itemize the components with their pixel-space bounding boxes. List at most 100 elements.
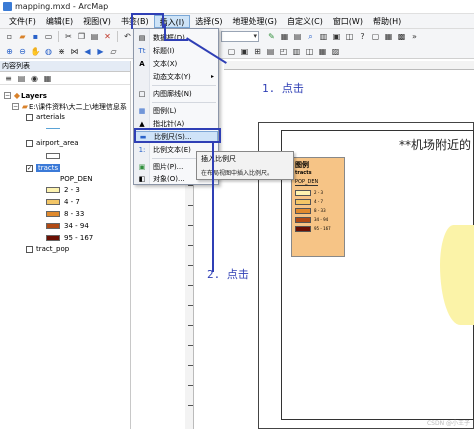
class-label: 34 - 94 [64,222,89,230]
print-preview-icon[interactable]: ▨ [330,46,341,57]
menu-edit[interactable]: 编辑(E) [41,15,78,28]
toc-layer-tractpop[interactable]: tract_pop [26,245,69,253]
cut-icon[interactable]: ✂ [63,31,74,42]
guides-icon[interactable]: ▦ [317,46,328,57]
watermark: CSDN @小王子 [426,420,470,427]
toc-folder-row[interactable]: − ▰ E:\课件资料\大二上\地理信息系 [12,101,127,112]
search-icon[interactable]: ⌕ [305,31,316,42]
zoom-in-icon[interactable]: ⊕ [4,46,15,57]
layer-visibility-checkbox[interactable] [26,245,33,253]
undo-icon[interactable]: ↶ [122,31,133,42]
menu-item-data-frame[interactable]: ▤ 数据框(D) [134,32,218,43]
layer-visibility-checkbox[interactable] [26,139,33,147]
toc-class-row[interactable]: 4 - 7 [46,198,80,206]
window-title: mapping.mxd - ArcMap [15,2,109,11]
menu-item-neatline[interactable]: □ 内图廓线(N) [134,88,218,99]
class-swatch[interactable] [46,187,60,193]
menu-item-dynamic-text[interactable]: 动态文本(Y) ▸ [134,71,218,82]
list-by-source-icon[interactable]: ▤ [16,73,27,84]
scale-bar-highlight-box [134,128,221,143]
layout-zoom-icon[interactable]: ⊞ [252,46,263,57]
toc-root[interactable]: − ◆ Layers [4,90,47,101]
zoom-whole-page-icon[interactable]: ▢ [226,46,237,57]
menu-item-text[interactable]: A 文本(X) [134,58,218,69]
collapse-icon[interactable]: − [4,92,11,99]
open-icon[interactable]: ▰ [17,31,28,42]
menu-file[interactable]: 文件(F) [4,15,41,28]
forward-icon[interactable]: ▶ [95,46,106,57]
legend-swatch [295,216,311,223]
collapse-icon[interactable]: − [12,103,19,110]
list-by-selection-icon[interactable]: ▦ [42,73,53,84]
grid-icon[interactable]: ▦ [383,31,394,42]
line-symbol-swatch[interactable] [46,128,60,129]
menu-customize[interactable]: 自定义(C) [282,15,328,28]
menu-item-legend[interactable]: ▦ 图例(L) [134,105,218,116]
field-label: POP_DEN [60,175,93,183]
python-icon[interactable]: ▣ [331,31,342,42]
pan-icon[interactable]: ✋ [30,46,41,57]
model-builder-icon[interactable]: ◫ [344,31,355,42]
table-icon[interactable]: ▦ [279,31,290,42]
toc-layer-airport[interactable]: airport_area [26,139,79,147]
help-icon[interactable]: ? [357,31,368,42]
layer-visibility-checkbox[interactable] [26,113,33,121]
full-extent-icon[interactable]: ◍ [43,46,54,57]
object-icon: ◧ [138,174,146,183]
class-swatch[interactable] [46,235,60,241]
overflow-icon[interactable]: » [409,31,420,42]
print-icon[interactable]: ▭ [43,31,54,42]
zoom-100-icon[interactable]: ▣ [239,46,250,57]
menu-windows[interactable]: 窗口(W) [328,15,368,28]
map-scale-combo[interactable]: ▾ [221,31,259,42]
fixed-zoom-out-icon[interactable]: ⋈ [69,46,80,57]
toc-layer-arterials[interactable]: arterials [26,113,65,121]
editor-icon[interactable]: ✎ [266,31,277,42]
menu-selection[interactable]: 选择(S) [190,15,227,28]
fixed-zoom-in-icon[interactable]: ⋇ [56,46,67,57]
legend-label: 4 - 7 [314,199,324,204]
toc-field-name: POP_DEN [60,175,93,183]
list-by-visibility-icon[interactable]: ◉ [29,73,40,84]
layout-icon[interactable]: ▩ [396,31,407,42]
toc-class-row[interactable]: 8 - 33 [46,210,84,218]
legend-icon: ▦ [138,106,146,115]
menu-view[interactable]: 视图(V) [78,15,116,28]
page-icon[interactable]: ▤ [265,46,276,57]
back-icon[interactable]: ◀ [82,46,93,57]
class-swatch[interactable] [46,223,60,229]
delete-icon[interactable]: ✕ [102,31,113,42]
paste-icon[interactable]: ▤ [89,31,100,42]
zoom-out-icon[interactable]: ⊖ [17,46,28,57]
layout-legend[interactable]: 图例 tracts POP_DEN 2 - 3 4 - 7 8 - 33 34 … [291,157,345,257]
menu-geoprocessing[interactable]: 地理处理(G) [228,15,282,28]
menu-separator [152,85,216,86]
focus-icon[interactable]: ◰ [278,46,289,57]
draft-mode-icon[interactable]: ◫ [304,46,315,57]
ruler-tick [188,245,193,246]
toc-class-row[interactable]: 95 - 167 [46,234,93,242]
layer-visibility-checkbox[interactable]: ✓ [26,164,33,172]
new-document-icon[interactable]: ▫ [4,31,15,42]
menu-help[interactable]: 帮助(H) [368,15,406,28]
change-layout-icon[interactable]: ▥ [291,46,302,57]
class-swatch[interactable] [46,199,60,205]
map-title-text[interactable]: **机场附近的 [399,136,471,153]
menu-bar: 文件(F) 编辑(E) 视图(V) 书签(B) 插入(I) 选择(S) 地理处理… [0,14,474,29]
catalog-icon[interactable]: ▤ [292,31,303,42]
polygon-symbol-swatch[interactable] [46,153,60,159]
class-swatch[interactable] [46,211,60,217]
menu-separator [152,102,216,103]
arcmap-app-icon [3,2,12,11]
layer-label: airport_area [36,139,79,147]
toc-layer-tracts[interactable]: ✓ tracts [26,164,61,172]
toc-class-row[interactable]: 2 - 3 [46,186,80,194]
list-by-drawing-order-icon[interactable]: ≡ [3,73,14,84]
toolbar-separator [117,31,118,42]
copy-icon[interactable]: ❐ [76,31,87,42]
save-icon[interactable]: ▪ [30,31,41,42]
toc-class-row[interactable]: 34 - 94 [46,222,89,230]
zoom-page-icon[interactable]: ▢ [370,31,381,42]
arctoolbox-icon[interactable]: ▥ [318,31,329,42]
select-features-icon[interactable]: ▱ [108,46,119,57]
